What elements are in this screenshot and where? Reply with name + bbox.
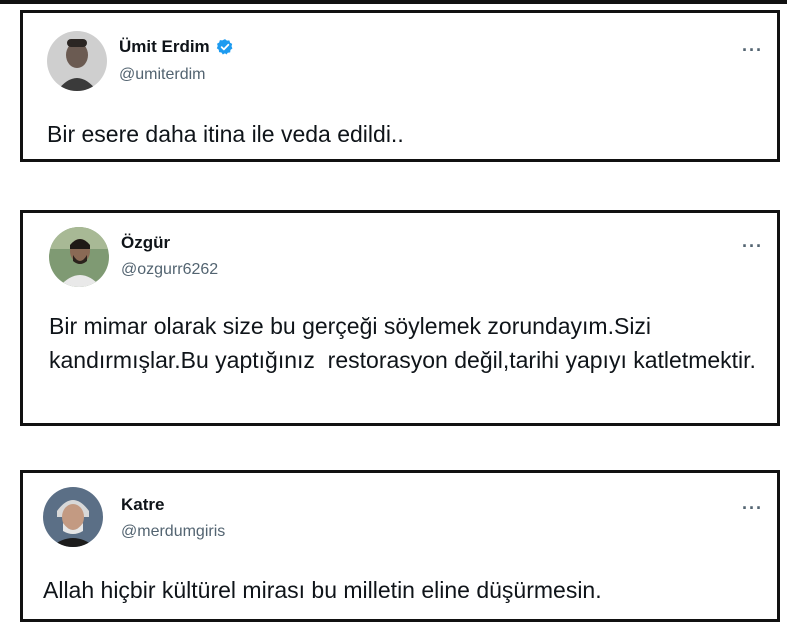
tweet-card[interactable]: Özgür @ozgurr6262 ··· Bir mimar olarak s… (20, 210, 780, 426)
avatar[interactable] (49, 227, 109, 287)
tweet-card[interactable]: Ümit Erdim @umiterdim ··· Bir esere daha… (20, 10, 780, 162)
author-handle[interactable]: @merdumgiris (121, 523, 225, 541)
tweet-text: Bir mimar olarak size bu gerçeği söyleme… (49, 313, 756, 373)
author-name[interactable]: Özgür (121, 233, 170, 253)
tweet-card[interactable]: Katre @merdumgiris ··· Allah hiçbir kült… (20, 470, 780, 622)
author-name[interactable]: Katre (121, 495, 164, 515)
avatar[interactable] (47, 31, 107, 91)
avatar-image (43, 487, 103, 547)
verified-badge-icon (216, 38, 234, 56)
tweet-text: Bir esere daha itina ile veda edildi.. (47, 121, 404, 147)
author-handle[interactable]: @ozgurr6262 (121, 261, 218, 279)
more-dots-icon[interactable]: ··· (742, 499, 763, 517)
author-handle[interactable]: @umiterdim (119, 66, 205, 84)
more-dots-icon[interactable]: ··· (742, 41, 763, 59)
author-name[interactable]: Ümit Erdim (119, 37, 210, 57)
avatar[interactable] (43, 487, 103, 547)
top-divider (0, 0, 787, 4)
avatar-image (49, 227, 109, 287)
more-dots-icon[interactable]: ··· (742, 237, 763, 255)
avatar-image (47, 31, 107, 91)
tweet-text: Allah hiçbir kültürel mirası bu milletin… (43, 577, 602, 603)
